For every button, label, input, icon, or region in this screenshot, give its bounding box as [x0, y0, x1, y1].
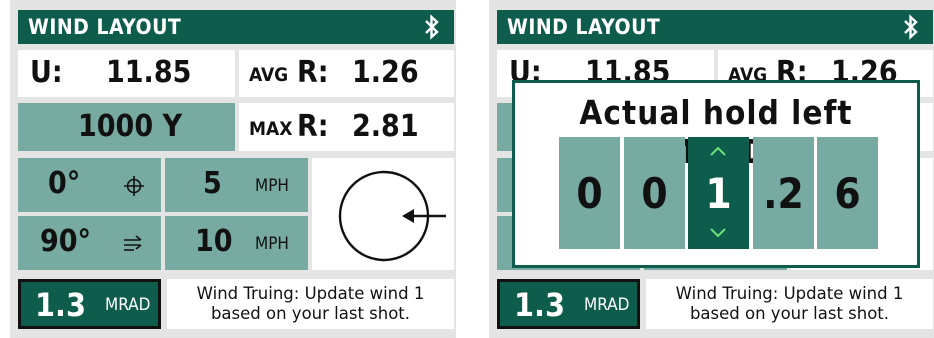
max-r-label: R:: [297, 109, 329, 144]
wind-compass-panel[interactable]: [312, 158, 454, 270]
screen-title: WIND LAYOUT: [28, 15, 182, 39]
shot-angle-button[interactable]: 90°: [18, 216, 161, 270]
bluetooth-icon: [904, 14, 918, 40]
bluetooth-icon: [425, 14, 439, 40]
u-value-panel: U: 11.85: [18, 50, 235, 97]
digit-picker-1[interactable]: 0: [624, 137, 685, 249]
u-label: U:: [30, 55, 63, 90]
wind-truing-message: Wind Truing: Update wind 1 based on your…: [167, 279, 454, 329]
digit-value: 1: [705, 169, 732, 218]
hold-value-button[interactable]: 1.3 MRAD: [18, 279, 161, 329]
message-text: Wind Truing: Update wind 1 based on your…: [675, 284, 904, 323]
crosshair-icon: [124, 176, 144, 196]
digit-picker-4[interactable]: 6: [817, 137, 878, 249]
digit-value: 0: [576, 169, 603, 218]
hold-entry-dialog: Actual hold left (MRAD) 0 0 1 .2 6: [512, 80, 920, 268]
u-value: 11.85: [106, 55, 192, 90]
wind-speed-2-unit: MPH: [255, 234, 289, 254]
hold-value: 1.3: [514, 286, 565, 324]
wind-direction-value: 0°: [48, 166, 81, 201]
header-bar: WIND LAYOUT: [497, 10, 933, 44]
wind-speed-2-button[interactable]: 10 MPH: [165, 216, 308, 270]
range-button[interactable]: 1000 Y: [18, 103, 235, 151]
digit-picker-3[interactable]: .2: [753, 137, 814, 249]
digit-value: .2: [763, 169, 804, 218]
hold-unit: MRAD: [584, 295, 630, 315]
wind-speed-1-unit: MPH: [255, 176, 289, 196]
hold-value: 1.3: [35, 286, 86, 324]
wind-truing-message: Wind Truing: Update wind 1 based on your…: [646, 279, 933, 329]
avg-label: AVG: [249, 64, 289, 86]
wind-speed-1-value: 5: [203, 166, 222, 201]
digit-picker-2-selected[interactable]: 1: [688, 137, 749, 249]
wind-arrows-icon: [124, 235, 142, 251]
chevron-up-icon[interactable]: [708, 145, 728, 157]
hold-unit: MRAD: [105, 295, 151, 315]
avg-r-value: 1.26: [352, 55, 419, 90]
wind-layout-screen-right: WIND LAYOUT U: 11.85 AVG R: 1.26 1.3 MRA…: [489, 0, 934, 338]
wind-layout-screen-left: WIND LAYOUT U: 11.85 AVG R: 1.26 1000 Y …: [10, 0, 456, 338]
hold-value-button[interactable]: 1.3 MRAD: [497, 279, 640, 329]
screen-title: WIND LAYOUT: [507, 15, 661, 39]
wind-speed-1-button[interactable]: 5 MPH: [165, 158, 308, 212]
wind-direction-button[interactable]: 0°: [18, 158, 161, 212]
wind-compass-icon: [338, 170, 446, 262]
shot-angle-value: 90°: [40, 224, 92, 259]
max-r-value: 2.81: [352, 109, 419, 144]
digit-picker-0[interactable]: 0: [559, 137, 620, 249]
wind-speed-2-value: 10: [195, 224, 233, 259]
message-text: Wind Truing: Update wind 1 based on your…: [196, 284, 425, 323]
avg-r-panel: AVG R: 1.26: [239, 50, 454, 97]
chevron-down-icon[interactable]: [708, 227, 728, 239]
digit-value: 0: [641, 169, 668, 218]
range-value: 1000 Y: [78, 109, 183, 144]
avg-r-label: R:: [297, 55, 329, 90]
max-r-panel: MAX R: 2.81: [239, 103, 454, 151]
digit-value: 6: [834, 169, 861, 218]
header-bar: WIND LAYOUT: [18, 10, 454, 44]
max-label: MAX: [249, 118, 293, 140]
